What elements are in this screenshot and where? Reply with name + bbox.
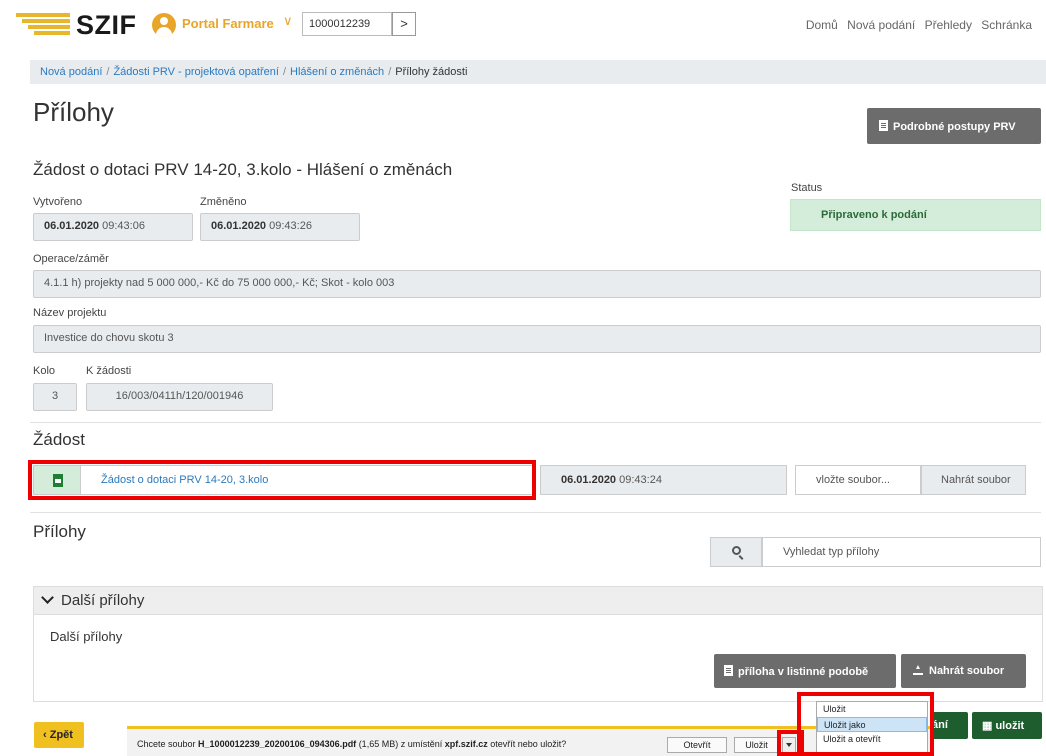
changed-time: 09:43:26 — [269, 220, 312, 232]
operace-field: 4.1.1 h) projekty nad 5 000 000,- Kč do … — [33, 270, 1041, 298]
prilohy-heading: Přílohy — [33, 522, 86, 541]
created-field: 06.01.2020 09:43:06 — [33, 213, 193, 241]
document-icon — [724, 665, 733, 676]
upload-attachment-button[interactable]: Nahrát soubor — [901, 654, 1026, 688]
zadost-time: 09:43:24 — [619, 474, 662, 486]
szif-logo-stripes — [16, 13, 70, 35]
document-icon — [879, 120, 888, 131]
kolo-field: 3 — [33, 383, 77, 411]
upload-icon — [913, 665, 923, 675]
operace-label: Operace/záměr — [33, 253, 109, 265]
breadcrumb-separator: / — [282, 66, 287, 78]
back-label: Zpět — [49, 729, 73, 741]
created-label: Vytvořeno — [33, 196, 83, 208]
nav-schranka[interactable]: Schránka — [981, 18, 1032, 32]
paper-attachment-label: příloha v listinné podobě — [738, 666, 869, 678]
user-icon[interactable] — [152, 13, 176, 37]
file-input[interactable]: vložte soubor... — [795, 465, 921, 495]
szif-logo[interactable]: SZIF — [76, 10, 137, 41]
search-button[interactable] — [710, 537, 762, 567]
accordion-header[interactable]: Další přílohy — [34, 587, 1042, 615]
changed-field: 06.01.2020 09:43:26 — [200, 213, 360, 241]
breadcrumb-separator: / — [106, 66, 110, 78]
nazev-field: Investice do chovu skotu 3 — [33, 325, 1041, 353]
divider — [30, 512, 1041, 513]
paper-attachment-button[interactable]: příloha v listinné podobě — [714, 654, 896, 688]
download-message: Chcete soubor H_1000012239_20200106_0943… — [137, 739, 566, 749]
nav-prehledy[interactable]: Přehledy — [925, 18, 972, 32]
chevron-down-icon[interactable]: ∨ — [283, 13, 293, 29]
save-file-button[interactable]: Uložit — [734, 737, 779, 753]
download-filename: H_1000012239_20200106_094306.pdf — [198, 739, 357, 749]
breadcrumb-nova-podani[interactable]: Nová podání — [40, 66, 102, 78]
zadost-heading: Žádost — [33, 430, 85, 449]
zadost-date-field: 06.01.2020 09:43:24 — [540, 465, 787, 495]
zadost-date: 06.01.2020 — [561, 474, 617, 486]
changed-date: 06.01.2020 — [211, 220, 267, 232]
account-id-input[interactable] — [302, 12, 392, 36]
changed-label: Změněno — [200, 196, 247, 208]
accordion-subtitle: Další přílohy — [50, 629, 123, 644]
portal-farmare-menu[interactable]: Portal Farmare — [182, 16, 274, 31]
created-date: 06.01.2020 — [44, 220, 100, 232]
postupy-prv-label: Podrobné postupy PRV — [893, 121, 1016, 133]
highlight-box — [797, 692, 934, 756]
top-nav: Domů Nová podání Přehledy Schránka — [800, 18, 1032, 32]
search-icon — [732, 546, 741, 555]
chevron-down-icon — [41, 591, 54, 604]
download-prefix: Chcete soubor — [137, 739, 199, 749]
breadcrumb-zadosti-prv[interactable]: Žádosti PRV - projektová opatření — [113, 66, 279, 78]
top-header: SZIF Portal Farmare ∨ > Domů Nová podání… — [0, 0, 1046, 56]
accordion-title: Další přílohy — [61, 592, 145, 609]
submit-button[interactable]: ání — [930, 712, 968, 739]
nav-domu[interactable]: Domů — [806, 18, 838, 32]
search-attachment-type-input[interactable]: Vyhledat typ přílohy — [762, 537, 1041, 567]
page-title: Přílohy — [33, 97, 114, 127]
save-button[interactable]: ▦ uložit — [972, 712, 1042, 739]
upload-file-button[interactable]: Nahrát soubor — [921, 465, 1026, 495]
chevron-left-icon: ‹ — [43, 729, 50, 741]
status-badge: Připraveno k podání — [790, 199, 1041, 231]
open-file-button[interactable]: Otevřít — [667, 737, 727, 753]
k-zadosti-label: K žádosti — [86, 365, 132, 377]
back-button[interactable]: ‹ Zpět — [34, 722, 84, 748]
created-time: 09:43:06 — [102, 220, 145, 232]
breadcrumb-hlaseni-o-zmenach[interactable]: Hlášení o změnách — [290, 66, 384, 78]
breadcrumb-current: Přílohy žádosti — [395, 66, 468, 78]
status-label: Status — [791, 182, 823, 194]
divider — [30, 422, 1041, 423]
kolo-label: Kolo — [33, 365, 56, 377]
k-zadosti-field: 16/003/0411h/120/001946 — [86, 383, 273, 411]
download-size: (1,65 MB) z umístění — [356, 739, 445, 749]
go-button[interactable]: > — [392, 12, 416, 36]
save-label: uložit — [995, 720, 1025, 732]
download-suffix: otevřít nebo uložit? — [487, 739, 567, 749]
upload-attachment-label: Nahrát soubor — [929, 665, 1005, 677]
save-icon: ▦ — [982, 720, 996, 732]
postupy-prv-button[interactable]: Podrobné postupy PRV — [867, 108, 1041, 144]
breadcrumb-separator: / — [388, 66, 392, 78]
highlight-box — [28, 460, 536, 500]
download-host: xpf.szif.cz — [444, 739, 488, 749]
breadcrumb: Nová podání / Žádosti PRV - projektová opa… — [30, 60, 1046, 84]
request-subtitle: Žádost o dotaci PRV 14-20, 3.kolo - Hláš… — [33, 160, 453, 179]
nazev-label: Název projektu — [33, 307, 107, 319]
nav-nova-podani[interactable]: Nová podání — [847, 18, 915, 32]
